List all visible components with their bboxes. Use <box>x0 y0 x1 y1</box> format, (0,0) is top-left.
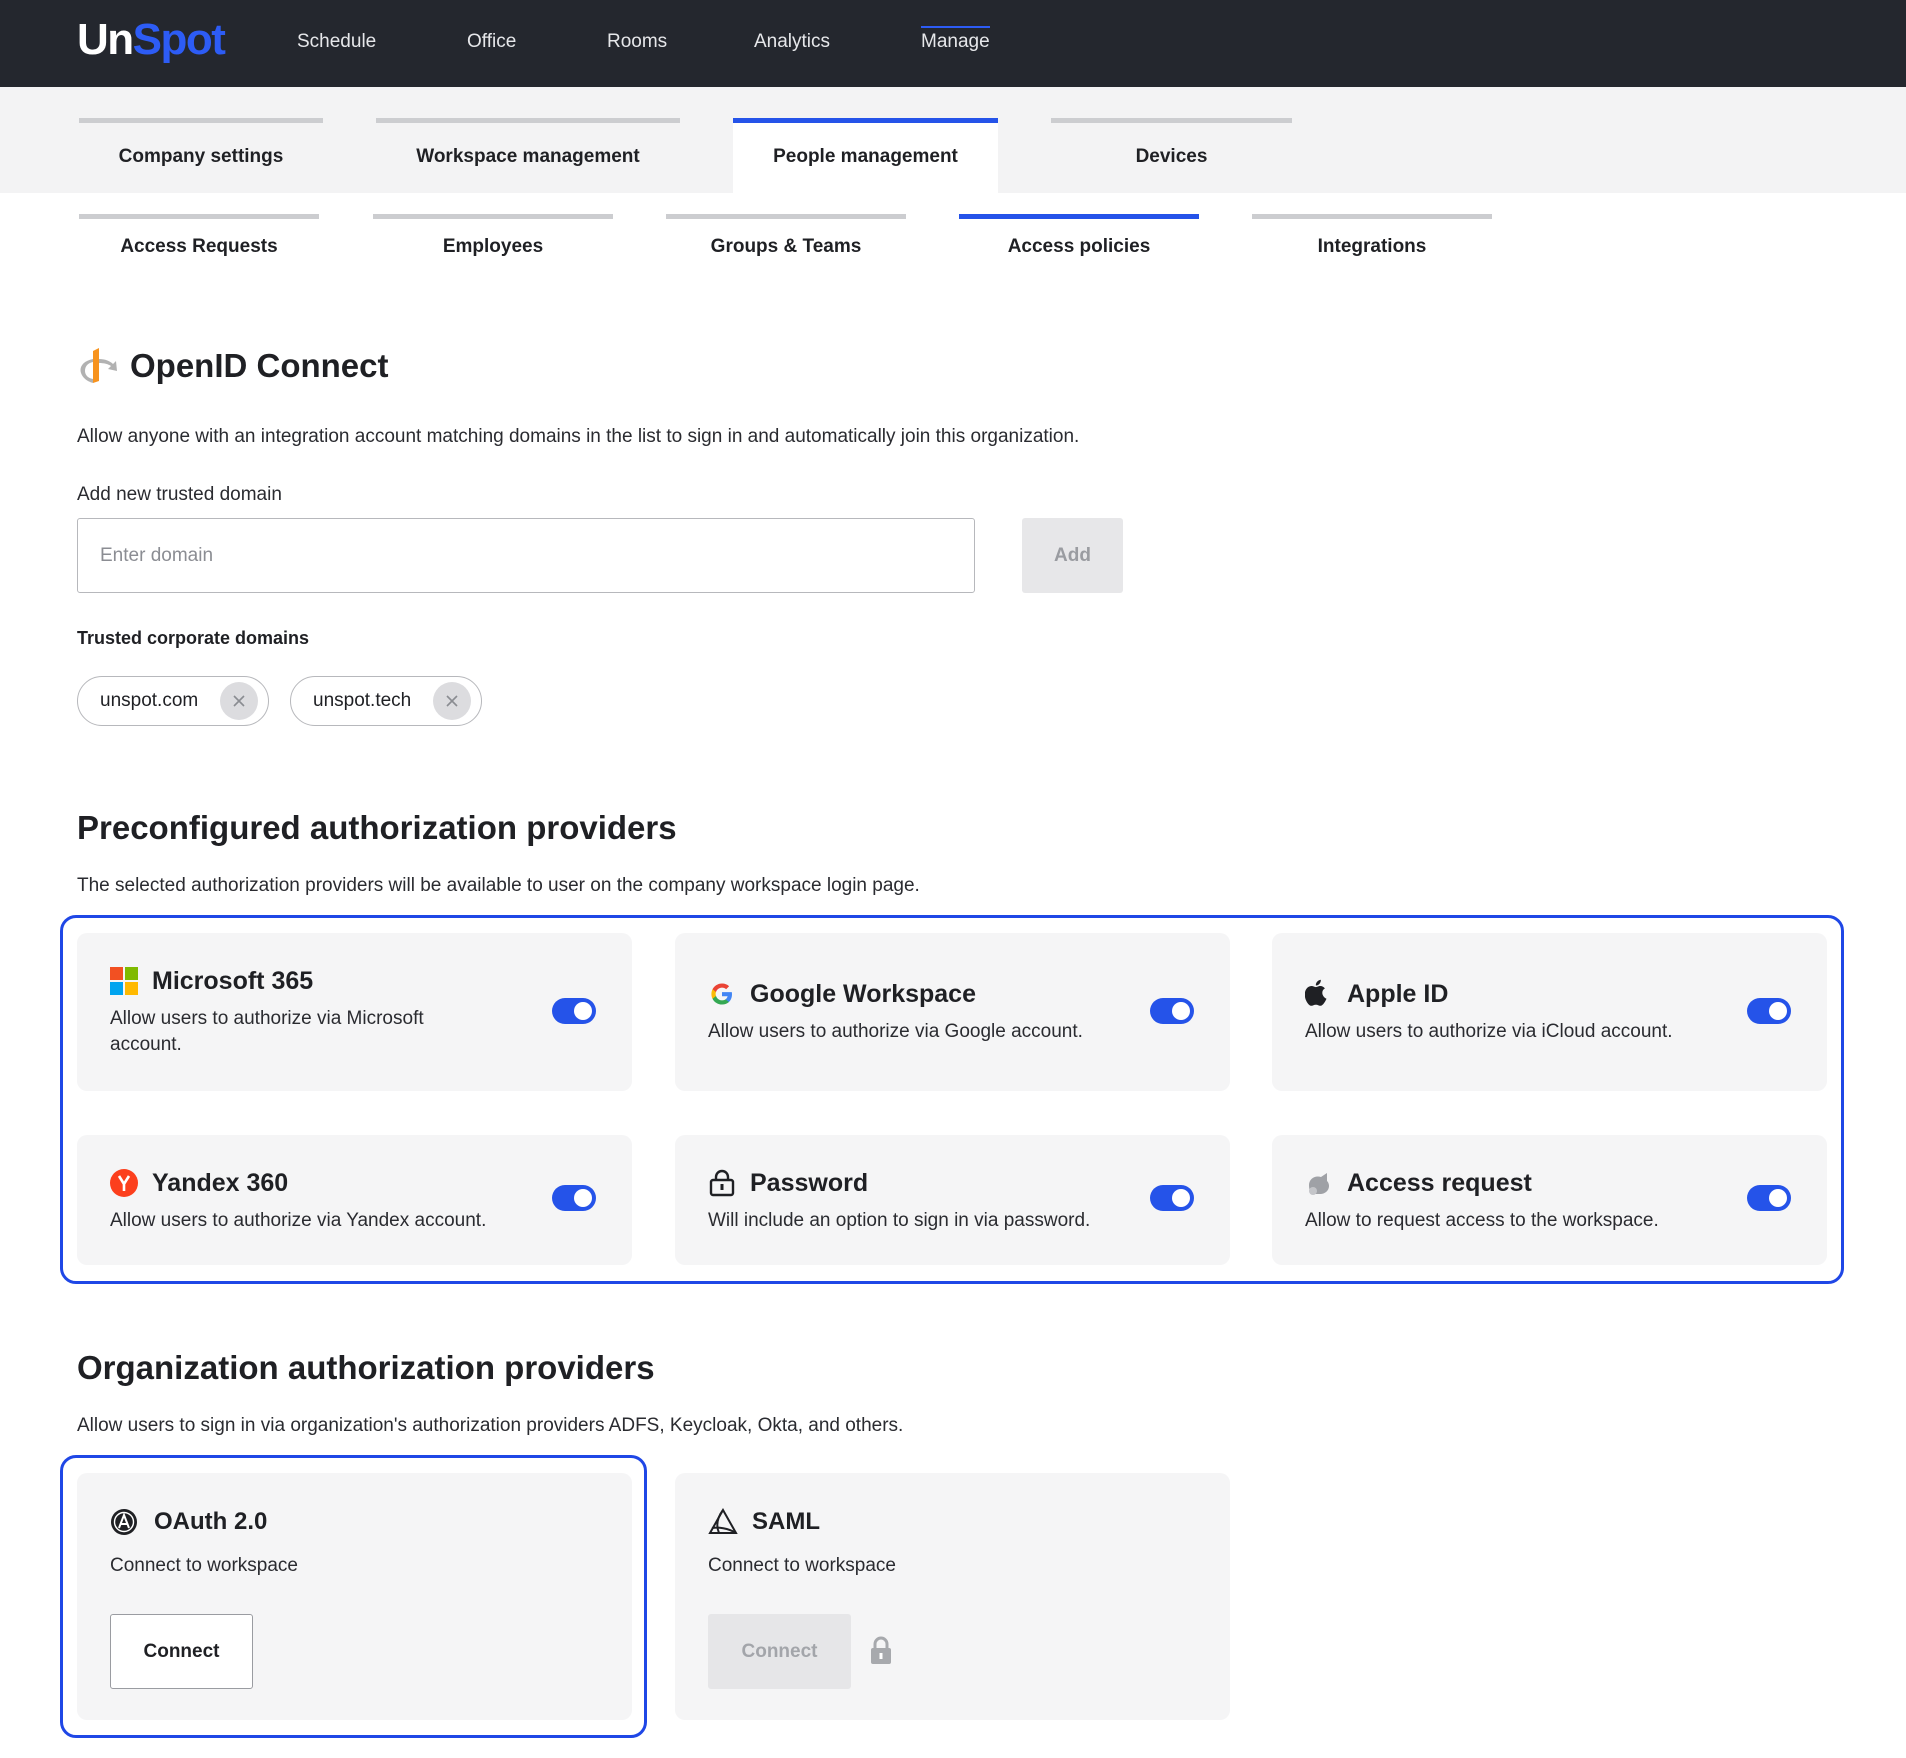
nav-office[interactable]: Office <box>467 30 516 54</box>
subtab-groups-teams[interactable]: Groups & Teams <box>666 214 906 264</box>
tab-people-management[interactable]: People management <box>733 118 998 193</box>
provider-card-google: Google Workspace Allow users to authoriz… <box>675 933 1230 1091</box>
domain-chip-label: unspot.tech <box>313 690 412 711</box>
subtab-access-requests[interactable]: Access Requests <box>79 214 319 264</box>
subtab-employees[interactable]: Employees <box>373 214 613 264</box>
provider-description: Allow users to authorize via iCloud acco… <box>1305 1021 1673 1042</box>
provider-description: Connect to workspace <box>708 1555 896 1576</box>
domain-chip-label: unspot.com <box>100 690 199 711</box>
provider-description: Connect to workspace <box>110 1555 298 1576</box>
nav-manage[interactable]: Manage <box>921 26 990 54</box>
domain-chip: unspot.com <box>77 676 269 726</box>
nav-schedule[interactable]: Schedule <box>297 30 376 54</box>
microsoft-icon <box>110 967 138 995</box>
subtab-integrations[interactable]: Integrations <box>1252 214 1492 264</box>
provider-card-yandex: Yandex 360 Allow users to authorize via … <box>77 1135 632 1265</box>
microsoft-toggle[interactable] <box>552 998 596 1024</box>
password-toggle[interactable] <box>1150 1185 1194 1211</box>
provider-name: Google Workspace <box>750 980 976 1008</box>
tab-devices[interactable]: Devices <box>1051 118 1292 193</box>
saml-connect-button[interactable]: Connect <box>708 1614 851 1689</box>
organization-title: Organization authorization providers <box>77 1349 655 1386</box>
provider-card-password: Password Will include an option to sign … <box>675 1135 1230 1265</box>
nav-analytics[interactable]: Analytics <box>754 30 830 54</box>
openid-icon <box>77 345 119 385</box>
apple-icon <box>1304 979 1331 1007</box>
oauth-icon <box>110 1508 138 1536</box>
domain-input[interactable] <box>77 518 975 593</box>
google-toggle[interactable] <box>1150 998 1194 1024</box>
add-domain-label: Add new trusted domain <box>77 484 282 505</box>
yandex-toggle[interactable] <box>552 1185 596 1211</box>
provider-card-microsoft: Microsoft 365 Allow users to authorize v… <box>77 933 632 1091</box>
tab-company-settings[interactable]: Company settings <box>79 118 323 193</box>
close-icon <box>233 695 245 707</box>
access-request-icon <box>1305 1169 1333 1197</box>
domain-chip: unspot.tech <box>290 676 482 726</box>
provider-description: Allow users to authorize via Microsoft a… <box>110 1008 424 1055</box>
access-request-toggle[interactable] <box>1747 1185 1791 1211</box>
openid-description: Allow anyone with an integration account… <box>77 426 1080 447</box>
provider-name: Yandex 360 <box>152 1169 289 1197</box>
tab-workspace-management[interactable]: Workspace management <box>376 118 680 193</box>
provider-description: Allow users to authorize via Yandex acco… <box>110 1210 487 1231</box>
openid-title: OpenID Connect <box>130 347 389 384</box>
provider-card-oauth: OAuth 2.0 Connect to workspace Connect <box>77 1473 632 1720</box>
oauth-connect-button[interactable]: Connect <box>110 1614 253 1689</box>
close-icon <box>446 695 458 707</box>
provider-card-access-request: Access request Allow to request access t… <box>1272 1135 1827 1265</box>
remove-domain-button[interactable] <box>433 682 471 720</box>
provider-card-saml: SAML Connect to workspace Connect <box>675 1473 1230 1720</box>
remove-domain-button[interactable] <box>220 682 258 720</box>
organization-description: Allow users to sign in via organization'… <box>77 1415 904 1436</box>
lock-icon <box>869 1635 893 1665</box>
provider-description: Allow users to authorize via Google acco… <box>708 1021 1083 1042</box>
apple-toggle[interactable] <box>1747 998 1791 1024</box>
provider-card-apple: Apple ID Allow users to authorize via iC… <box>1272 933 1827 1091</box>
lock-icon <box>708 1169 736 1197</box>
preconfigured-description: The selected authorization providers wil… <box>77 875 920 896</box>
trusted-domains-label: Trusted corporate domains <box>77 628 310 648</box>
provider-description: Allow to request access to the workspace… <box>1305 1210 1659 1231</box>
provider-name: Apple ID <box>1347 980 1449 1008</box>
provider-name: Password <box>750 1169 869 1197</box>
google-icon <box>708 980 736 1008</box>
saml-icon <box>708 1507 738 1536</box>
subtab-access-policies[interactable]: Access policies <box>959 214 1199 264</box>
nav-rooms[interactable]: Rooms <box>607 30 667 54</box>
provider-description: Will include an option to sign in via pa… <box>708 1210 1091 1231</box>
unspot-logo[interactable]: UnSpot <box>77 14 226 66</box>
provider-name: Microsoft 365 <box>152 967 314 995</box>
yandex-icon <box>110 1169 138 1197</box>
add-domain-button[interactable]: Add <box>1022 518 1123 593</box>
provider-name: SAML <box>752 1508 820 1535</box>
provider-name: OAuth 2.0 <box>154 1508 268 1535</box>
provider-name: Access request <box>1347 1169 1532 1197</box>
preconfigured-title: Preconfigured authorization providers <box>77 809 677 846</box>
